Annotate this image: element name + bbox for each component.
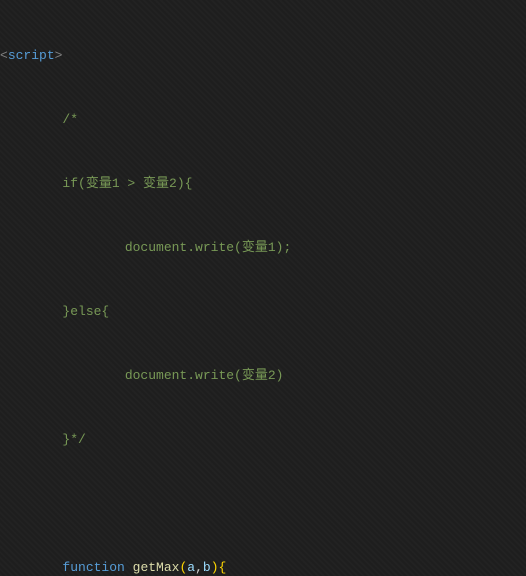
- comment-line-1: /*: [0, 104, 526, 136]
- comment-line-4: }else{: [0, 296, 526, 328]
- angle-open: <: [0, 48, 8, 63]
- comment-line-6: }*/: [0, 424, 526, 456]
- comment-line-3: document.write(变量1);: [0, 232, 526, 264]
- paren-close: ): [211, 560, 219, 575]
- angle-close: >: [55, 48, 63, 63]
- fn-name: getMax: [133, 560, 180, 575]
- kw-function: function: [62, 560, 124, 575]
- blank-line: [0, 488, 526, 520]
- comment-line-5: document.write(变量2): [0, 360, 526, 392]
- tag-name: script: [8, 48, 55, 63]
- param-a: a: [187, 560, 195, 575]
- fn-decl-line: function getMax(a,b){: [0, 552, 526, 576]
- brace-open: {: [219, 560, 227, 575]
- code-block: <script> /* if(变量1 > 变量2){ document.writ…: [0, 0, 526, 576]
- param-b: b: [203, 560, 211, 575]
- comment-line-2: if(变量1 > 变量2){: [0, 168, 526, 200]
- comma: ,: [195, 560, 203, 575]
- line-open-tag: <script>: [0, 40, 526, 72]
